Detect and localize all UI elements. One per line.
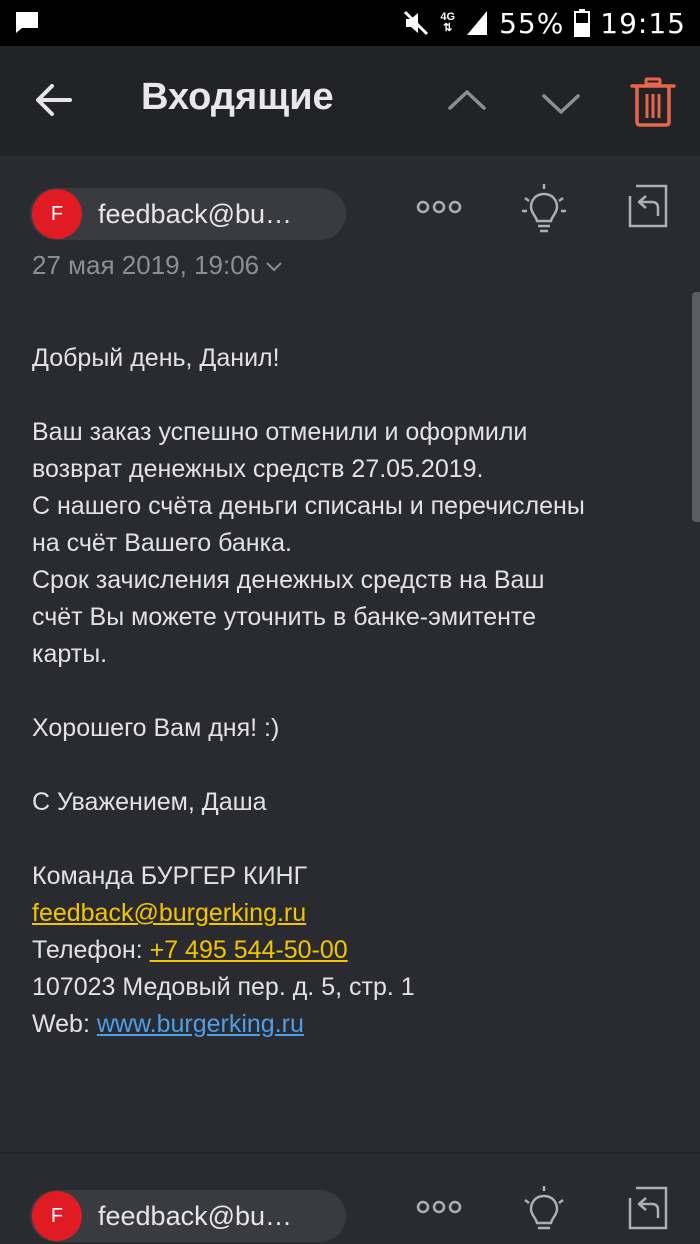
- battery-percent: 55%: [499, 6, 565, 40]
- message-body: Добрый день, Данил! Ваш заказ успешно от…: [32, 340, 672, 1043]
- message-notification-icon: [16, 12, 38, 33]
- body-line: счёт Вы можете уточнить в банке-эмитенте: [32, 603, 536, 631]
- email-link[interactable]: feedback@burgerking.ru: [32, 899, 306, 927]
- chevron-up-icon[interactable]: [446, 86, 488, 114]
- signal-icon: [467, 11, 488, 35]
- lightbulb-icon[interactable]: [522, 1186, 566, 1240]
- message-date[interactable]: 27 мая 2019, 19:06: [32, 250, 283, 281]
- more-icon[interactable]: [416, 200, 462, 214]
- lightbulb-icon[interactable]: [522, 184, 566, 238]
- more-icon[interactable]: [416, 1200, 462, 1214]
- body-line: возврат денежных средств 27.05.2019.: [32, 455, 484, 483]
- team-line: Команда БУРГЕР КИНГ: [32, 862, 308, 890]
- trash-icon[interactable]: [630, 76, 676, 128]
- date-text: 27 мая 2019, 19:06: [32, 250, 260, 280]
- page-title: Входящие: [141, 76, 334, 118]
- scrollbar[interactable]: [692, 292, 700, 522]
- body-line: Ваш заказ успешно отменили и оформили: [32, 418, 528, 446]
- wish-line: Хорошего Вам дня! :): [32, 714, 280, 742]
- body-line: С нашего счёта деньги списаны и перечисл…: [32, 492, 585, 520]
- back-arrow-icon[interactable]: [34, 82, 74, 118]
- sender-chip[interactable]: F feedback@bu…: [30, 188, 346, 240]
- status-bar: 4G ⇅ 55% 19:15: [0, 0, 700, 46]
- phone-link[interactable]: +7 495 544-50-00: [150, 936, 348, 964]
- reply-icon[interactable]: [626, 1186, 670, 1232]
- battery-icon: [574, 9, 591, 37]
- web-label: Web:: [32, 1010, 97, 1038]
- signoff-line: С Уважением, Даша: [32, 788, 267, 816]
- greeting: Добрый день, Данил!: [32, 344, 280, 372]
- divider: [0, 1152, 700, 1154]
- avatar: F: [32, 1191, 82, 1241]
- body-line: карты.: [32, 640, 108, 668]
- reply-icon[interactable]: [626, 184, 670, 230]
- mute-icon: [404, 10, 429, 36]
- sender-email: feedback@bu…: [98, 1201, 293, 1231]
- phone-label: Телефон:: [32, 936, 150, 964]
- next-sender-chip[interactable]: F feedback@bu…: [30, 1190, 346, 1242]
- address-line: 107023 Медовый пер. д. 5, стр. 1: [32, 973, 415, 1001]
- toolbar: Входящие: [0, 46, 700, 156]
- clock: 19:15: [600, 6, 686, 40]
- body-line: на счёт Вашего банка.: [32, 529, 292, 557]
- chevron-down-icon: [266, 262, 282, 272]
- body-line: Срок зачисления денежных средств на Ваш: [32, 566, 545, 594]
- chevron-down-icon[interactable]: [540, 90, 582, 118]
- avatar: F: [32, 189, 82, 239]
- web-link[interactable]: www.burgerking.ru: [97, 1010, 304, 1038]
- network-type: 4G ⇅: [440, 11, 456, 34]
- sender-email: feedback@bu…: [98, 199, 293, 229]
